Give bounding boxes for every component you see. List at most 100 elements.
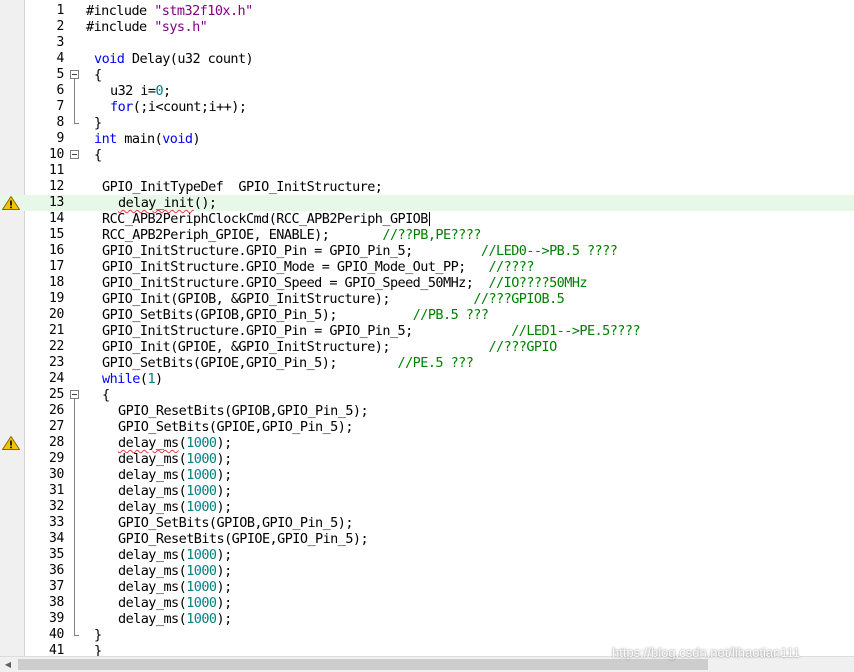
code-line[interactable]: 28 delay_ms(1000);: [0, 435, 854, 451]
code-line[interactable]: 21 GPIO_InitStructure.GPIO_Pin = GPIO_Pin…: [0, 323, 854, 339]
code-text[interactable]: delay_init();: [118, 195, 217, 211]
code-text[interactable]: GPIO_SetBits(GPIOE,GPIO_Pin_5); //PE.5 ?…: [102, 355, 474, 371]
code-text[interactable]: #include "stm32f10x.h": [86, 3, 253, 19]
code-keyword: for: [110, 99, 133, 115]
code-text[interactable]: delay_ms(1000);: [118, 483, 232, 499]
code-line[interactable]: 23 GPIO_SetBits(GPIOE,GPIO_Pin_5); //PE.5…: [0, 355, 854, 371]
code-text[interactable]: GPIO_InitStructure.GPIO_Pin = GPIO_Pin_5…: [102, 323, 641, 339]
code-text[interactable]: delay_ms(1000);: [118, 435, 232, 451]
code-keyword: int: [94, 131, 117, 147]
code-line[interactable]: 40}: [0, 627, 854, 643]
code-text[interactable]: u32 i=0;: [110, 83, 171, 99]
code-text[interactable]: delay_ms(1000);: [118, 595, 232, 611]
code-line[interactable]: 10 {: [0, 147, 854, 163]
code-line[interactable]: 33 GPIO_SetBits(GPIOB,GPIO_Pin_5);: [0, 515, 854, 531]
code-text[interactable]: delay_ms(1000);: [118, 579, 232, 595]
code-text[interactable]: delay_ms(1000);: [118, 499, 232, 515]
code-line[interactable]: 29 delay_ms(1000);: [0, 451, 854, 467]
code-line[interactable]: 22 GPIO_Init(GPIOE, &GPIO_InitStructure);…: [0, 339, 854, 355]
code-line[interactable]: 3: [0, 35, 854, 51]
code-line[interactable]: 20 GPIO_SetBits(GPIOB,GPIO_Pin_5); //PB.5…: [0, 307, 854, 323]
line-number: 15: [48, 227, 64, 242]
code-line[interactable]: 9 int main(void): [0, 131, 854, 147]
code-text[interactable]: GPIO_Init(GPIOE, &GPIO_InitStructure); /…: [102, 339, 557, 355]
line-number: 17: [48, 259, 64, 274]
code-text[interactable]: {: [94, 67, 102, 83]
line-number: 9: [56, 131, 64, 146]
code-line[interactable]: 8}: [0, 115, 854, 131]
fold-collapse-icon[interactable]: [70, 70, 79, 79]
code-text[interactable]: GPIO_SetBits(GPIOB,GPIO_Pin_5); //PB.5 ?…: [102, 307, 489, 323]
code-text[interactable]: GPIO_SetBits(GPIOE,GPIO_Pin_5);: [118, 419, 353, 435]
code-text[interactable]: RCC_APB2PeriphClockCmd(RCC_APB2Periph_GP…: [102, 211, 428, 227]
code-text[interactable]: GPIO_InitStructure.GPIO_Pin = GPIO_Pin_5…: [102, 243, 618, 259]
code-text[interactable]: delay_ms(1000);: [118, 467, 232, 483]
code-line[interactable]: 16 GPIO_InitStructure.GPIO_Pin = GPIO_Pin…: [0, 243, 854, 259]
code-line[interactable]: 18 GPIO_InitStructure.GPIO_Speed = GPIO_S…: [0, 275, 854, 291]
code-line[interactable]: 2 #include "sys.h": [0, 19, 854, 35]
code-token: GPIO_Init(GPIOE, &GPIO_InitStructure);: [102, 339, 489, 355]
code-token: {: [102, 387, 110, 403]
code-text[interactable]: }: [94, 115, 102, 131]
code-line[interactable]: 31 delay_ms(1000);: [0, 483, 854, 499]
code-text[interactable]: delay_ms(1000);: [118, 563, 232, 579]
code-text[interactable]: GPIO_SetBits(GPIOB,GPIO_Pin_5);: [118, 515, 353, 531]
code-token: delay_ms(: [118, 499, 187, 515]
fold-collapse-icon[interactable]: [70, 150, 79, 159]
fold-collapse-icon[interactable]: [70, 390, 79, 399]
code-line[interactable]: 37 delay_ms(1000);: [0, 579, 854, 595]
code-line[interactable]: 35 delay_ms(1000);: [0, 547, 854, 563]
code-line[interactable]: 25 {: [0, 387, 854, 403]
code-text[interactable]: }: [94, 627, 102, 643]
code-line[interactable]: 11: [0, 163, 854, 179]
code-string: "stm32f10x.h": [154, 3, 253, 19]
code-text[interactable]: GPIO_InitStructure.GPIO_Mode = GPIO_Mode…: [102, 259, 534, 275]
code-text[interactable]: #include "sys.h": [86, 19, 208, 35]
code-line[interactable]: 4 void Delay(u32 count): [0, 51, 854, 67]
code-text[interactable]: delay_ms(1000);: [118, 611, 232, 627]
code-text[interactable]: while(1): [102, 371, 163, 387]
code-text[interactable]: int main(void): [94, 131, 201, 147]
code-token: GPIO_InitStructure.GPIO_Pin = GPIO_Pin_5…: [102, 323, 512, 339]
code-line[interactable]: 5{: [0, 67, 854, 83]
code-line[interactable]: 19 GPIO_Init(GPIOB, &GPIO_InitStructure);…: [0, 291, 854, 307]
warning-icon[interactable]: [2, 436, 20, 450]
scrollbar-thumb[interactable]: [18, 659, 708, 670]
code-line[interactable]: 24 while(1): [0, 371, 854, 387]
scroll-left-arrow-icon[interactable]: ◀: [0, 657, 16, 672]
code-token: );: [216, 611, 233, 627]
code-line[interactable]: 39 delay_ms(1000);: [0, 611, 854, 627]
code-line[interactable]: 38 delay_ms(1000);: [0, 595, 854, 611]
code-line[interactable]: 34 GPIO_ResetBits(GPIOE,GPIO_Pin_5);: [0, 531, 854, 547]
code-line[interactable]: 27 GPIO_SetBits(GPIOE,GPIO_Pin_5);: [0, 419, 854, 435]
code-text[interactable]: RCC_APB2Periph_GPIOE, ENABLE); //??PB,PE…: [102, 227, 481, 243]
code-line[interactable]: 30 delay_ms(1000);: [0, 467, 854, 483]
code-line[interactable]: 12 GPIO_InitTypeDef GPIO_InitStructure;: [0, 179, 854, 195]
code-line[interactable]: 13 delay_init();: [0, 195, 854, 211]
code-text[interactable]: }: [94, 643, 102, 656]
code-line[interactable]: 15 RCC_APB2Periph_GPIOE, ENABLE); //??PB,…: [0, 227, 854, 243]
code-text[interactable]: {: [102, 387, 110, 403]
code-text[interactable]: GPIO_Init(GPIOB, &GPIO_InitStructure); /…: [102, 291, 565, 307]
code-text[interactable]: {: [94, 147, 102, 163]
code-text[interactable]: GPIO_InitTypeDef GPIO_InitStructure;: [102, 179, 383, 195]
code-text[interactable]: GPIO_ResetBits(GPIOB,GPIO_Pin_5);: [118, 403, 369, 419]
code-line[interactable]: 7 for(;i<count;i++);: [0, 99, 854, 115]
code-text[interactable]: delay_ms(1000);: [118, 547, 232, 563]
code-line[interactable]: 36 delay_ms(1000);: [0, 563, 854, 579]
code-text[interactable]: void Delay(u32 count): [94, 51, 254, 67]
warning-icon[interactable]: [2, 196, 20, 210]
code-editor[interactable]: 1 #include "stm32f10x.h" 2 #include "sys.h"…: [0, 0, 854, 656]
code-line[interactable]: 14 RCC_APB2PeriphClockCmd(RCC_APB2Periph_…: [0, 211, 854, 227]
line-number: 12: [48, 179, 64, 194]
code-line[interactable]: 17 GPIO_InitStructure.GPIO_Mode = GPIO_Mo…: [0, 259, 854, 275]
code-line[interactable]: 32 delay_ms(1000);: [0, 499, 854, 515]
code-line[interactable]: 1 #include "stm32f10x.h": [0, 3, 854, 19]
code-line[interactable]: 26 GPIO_ResetBits(GPIOB,GPIO_Pin_5);: [0, 403, 854, 419]
code-text[interactable]: GPIO_ResetBits(GPIOE,GPIO_Pin_5);: [118, 531, 369, 547]
code-text[interactable]: GPIO_InitStructure.GPIO_Speed = GPIO_Spe…: [102, 275, 588, 291]
code-text[interactable]: delay_ms(1000);: [118, 451, 232, 467]
code-comment: //???GPIOB.5: [473, 291, 565, 307]
code-line[interactable]: 6 u32 i=0;: [0, 83, 854, 99]
code-text[interactable]: for(;i<count;i++);: [110, 99, 247, 115]
